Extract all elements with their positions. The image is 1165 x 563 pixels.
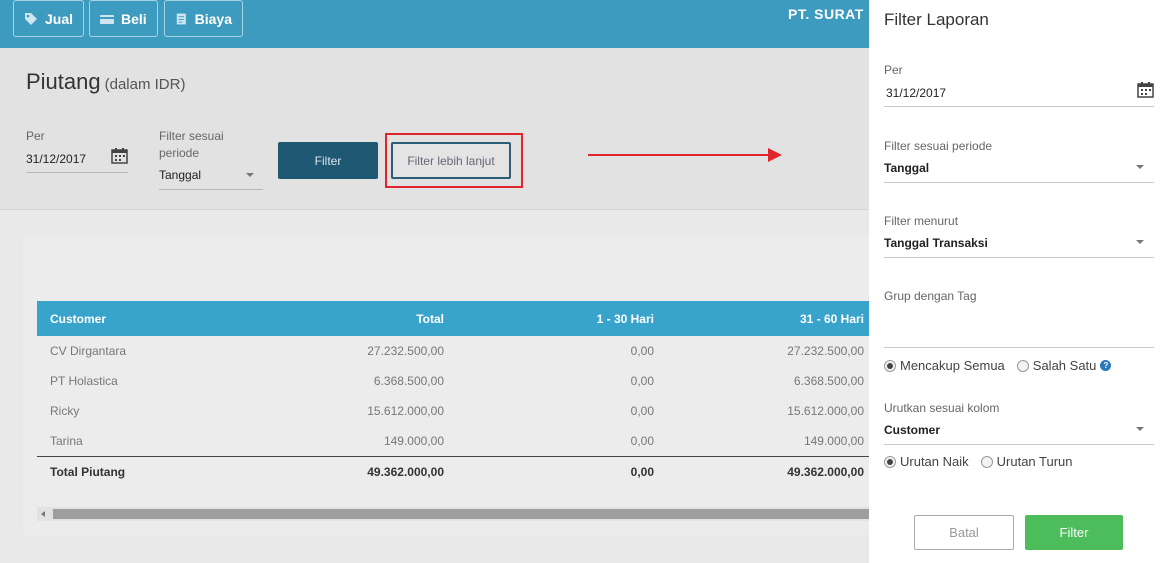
period-label: Filter sesuai periode (159, 128, 224, 162)
table-row: CV Dirgantara 27.232.500,00 0,00 27.232.… (37, 336, 869, 366)
period-label-line1: Filter sesuai (159, 129, 224, 143)
biaya-button[interactable]: Biaya (164, 0, 243, 37)
aging-1-30-cell: 0,00 (630, 434, 654, 448)
period-label-line2: periode (159, 146, 200, 160)
apply-filter-button[interactable]: Filter (1025, 515, 1123, 550)
jual-label: Jual (44, 10, 73, 27)
match-one-label[interactable]: Salah Satu (1033, 358, 1097, 373)
advanced-filter-button[interactable]: Filter lebih lanjut (391, 142, 511, 179)
table-row: Ricky 15.612.000,00 0,00 15.612.000,00 (37, 396, 869, 426)
aging-31-60-cell: 6.368.500,00 (793, 374, 864, 388)
aging-1-30-cell: 0,00 (630, 374, 654, 388)
aging-31-60-cell: 15.612.000,00 (787, 404, 864, 418)
total-cell: 149.000,00 (383, 434, 444, 448)
per-date-input[interactable]: 31/12/2017 (26, 152, 86, 166)
aging-1-30-cell: 0,00 (630, 404, 654, 418)
customer-link[interactable]: Ricky (50, 396, 79, 426)
total-row: Total Piutang 49.362.000,00 0,00 49.362.… (37, 456, 869, 486)
chevron-down-icon (1136, 240, 1144, 244)
total-cell: 15.612.000,00 (367, 404, 444, 418)
panel-sort-underline (884, 444, 1154, 445)
panel-tag-input-underline[interactable] (884, 347, 1154, 348)
col-customer[interactable]: Customer (50, 301, 106, 336)
customer-link[interactable]: CV Dirgantara (50, 336, 126, 366)
panel-sort-label: Urutkan sesuai kolom (884, 401, 1000, 415)
jual-button[interactable]: Jual (13, 0, 84, 37)
panel-period-select[interactable]: Tanggal (884, 161, 929, 175)
total-sum: 49.362.000,00 (367, 464, 444, 479)
chevron-down-icon (1136, 427, 1144, 431)
page-title-text: Piutang (26, 69, 101, 94)
panel-period-label: Filter sesuai periode (884, 139, 993, 153)
panel-filter-by-underline (884, 257, 1154, 258)
total-31-60: 49.362.000,00 (787, 464, 864, 479)
table-row: Tarina 149.000,00 0,00 149.000,00 (37, 426, 869, 456)
total-label: Total Piutang (50, 464, 126, 479)
chevron-down-icon (1136, 165, 1144, 169)
period-underline (159, 189, 263, 190)
panel-period-underline (884, 182, 1154, 183)
panel-group-tag-label: Grup dengan Tag (884, 289, 977, 303)
horizontal-scrollbar[interactable] (37, 507, 869, 521)
tag-icon (24, 12, 37, 25)
sort-asc-radio[interactable] (884, 455, 896, 468)
aging-31-60-cell: 149.000,00 (803, 434, 864, 448)
filter-button[interactable]: Filter (278, 142, 378, 179)
col-31-60[interactable]: 31 - 60 Hari (800, 301, 864, 336)
help-icon[interactable]: ? (1100, 360, 1112, 371)
top-navbar: Jual Beli Biaya PT. SURAT (0, 0, 869, 48)
per-underline (26, 172, 128, 173)
period-select[interactable]: Tanggal (159, 168, 201, 182)
filter-panel: Filter Laporan Per 31/12/2017 Filter ses… (869, 0, 1165, 563)
aging-1-30-cell: 0,00 (630, 344, 654, 358)
sort-asc-label[interactable]: Urutan Naik (900, 454, 969, 469)
cancel-button[interactable]: Batal (914, 515, 1014, 550)
total-1-30: 0,00 (630, 464, 654, 479)
panel-per-label: Per (884, 63, 903, 77)
customer-link[interactable]: Tarina (50, 426, 83, 456)
receipt-icon (176, 13, 186, 24)
tag-match-radio-group: Mencakup Semua Salah Satu ? (884, 358, 1112, 373)
table-row: PT Holastica 6.368.500,00 0,00 6.368.500… (37, 366, 869, 396)
match-all-radio[interactable] (884, 359, 896, 372)
per-label: Per (26, 129, 45, 143)
arrow-head-icon (768, 148, 782, 162)
sort-desc-radio[interactable] (980, 455, 993, 468)
beli-label: Beli (121, 10, 147, 27)
match-one-radio[interactable] (1016, 359, 1029, 372)
page-title: Piutang (dalam IDR) (26, 69, 185, 95)
card-icon (100, 14, 114, 24)
aging-31-60-cell: 27.232.500,00 (787, 344, 864, 358)
match-all-label[interactable]: Mencakup Semua (900, 358, 1005, 373)
col-1-30[interactable]: 1 - 30 Hari (597, 301, 654, 336)
panel-filter-by-select[interactable]: Tanggal Transaksi (884, 236, 988, 250)
panel-sort-select[interactable]: Customer (884, 423, 940, 437)
page-subtitle: (dalam IDR) (104, 76, 186, 93)
beli-button[interactable]: Beli (89, 0, 158, 37)
total-cell: 27.232.500,00 (367, 344, 444, 358)
scroll-left-icon[interactable] (41, 511, 45, 517)
calendar-icon[interactable] (111, 148, 128, 164)
sort-order-radio-group: Urutan Naik Urutan Turun (884, 454, 1073, 469)
panel-filter-by-label: Filter menurut (884, 214, 959, 228)
panel-per-input[interactable]: 31/12/2017 (886, 86, 946, 100)
company-name: PT. SURAT (788, 6, 864, 22)
sort-desc-label[interactable]: Urutan Turun (997, 454, 1073, 469)
table-header: Customer Total 1 - 30 Hari 31 - 60 Hari (37, 301, 869, 336)
total-cell: 6.368.500,00 (373, 374, 444, 388)
panel-per-underline (884, 106, 1154, 107)
scroll-thumb[interactable] (53, 509, 869, 519)
report-header: Piutang (dalam IDR) Per 31/12/2017 Filter… (0, 48, 869, 210)
panel-title: Filter Laporan (884, 10, 989, 29)
biaya-label: Biaya (194, 10, 232, 27)
calendar-icon[interactable] (1137, 82, 1154, 98)
annotation-arrow (588, 154, 770, 156)
col-total[interactable]: Total (416, 301, 444, 336)
customer-link[interactable]: PT Holastica (50, 366, 118, 396)
chevron-down-icon (246, 173, 254, 177)
receivables-table: Customer Total 1 - 30 Hari 31 - 60 Hari … (37, 301, 869, 486)
